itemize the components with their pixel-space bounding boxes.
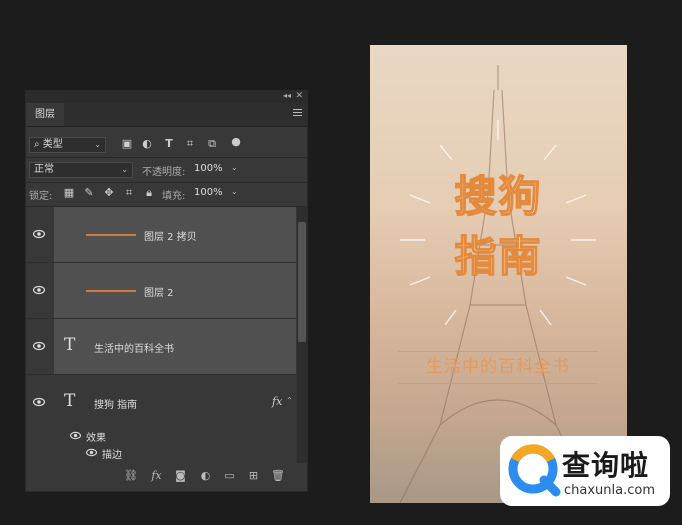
effects-label: 效果	[86, 433, 106, 444]
new-layer-icon[interactable]: ⊞	[247, 469, 260, 482]
scrollbar-thumb[interactable]	[298, 222, 306, 342]
link-layers-icon[interactable]: ⛓	[124, 469, 138, 482]
visibility-eye-icon[interactable]	[33, 397, 45, 407]
fill-chevron-icon[interactable]: ⌄	[231, 187, 238, 196]
text-layer-icon: T	[64, 391, 76, 411]
lock-row: 锁定: ▦ ✎ ✥ ⌗ 🔒︎ 填充: 100% ⌄	[26, 183, 307, 205]
opacity-chevron-icon[interactable]: ⌄	[231, 163, 238, 172]
tab-bar: 图层	[26, 103, 307, 127]
watermark-logo: 查询啦 chaxunla.com	[500, 436, 670, 506]
visibility-eye-icon[interactable]	[33, 341, 45, 351]
canvas-title-line2: 指南	[454, 231, 543, 282]
layers-list: 图层 2 拷贝 图层 2 T 生活中的百科全书 T 搜狗 指南 fx ⌃ 效果 …	[26, 207, 296, 463]
pixel-filter-icon[interactable]: ▣	[121, 138, 133, 150]
add-style-icon[interactable]: fx	[150, 469, 163, 482]
lock-brush-icon[interactable]: ✎	[83, 187, 95, 199]
panel-bottom-toolbar: ⛓ fx ◙ ◐ ▭ ⊞ 🗑︎	[26, 461, 307, 491]
fill-input[interactable]: 100%	[194, 187, 223, 198]
visibility-eye-icon[interactable]	[33, 229, 45, 239]
close-panel-button[interactable]: ✕	[295, 91, 303, 101]
filter-toggle-icon[interactable]: ●	[230, 136, 242, 148]
search-logo-icon	[508, 444, 561, 497]
filter-kind-select[interactable]: ⌕ 类型 ⌄	[29, 137, 106, 153]
layers-scrollbar[interactable]	[297, 207, 307, 463]
layer-thumbnail	[86, 290, 136, 292]
layer-row[interactable]: 图层 2	[26, 263, 296, 319]
chevron-up-icon[interactable]: ⌃	[286, 396, 293, 405]
opacity-label: 不透明度:	[142, 167, 186, 178]
shape-filter-icon[interactable]: ⌗	[184, 138, 196, 150]
blend-row: 正常 ⌄ 不透明度: 100% ⌄	[26, 159, 307, 181]
collapse-panel-button[interactable]: ◂◂	[283, 91, 291, 100]
blend-mode-value: 正常	[34, 164, 54, 175]
chevron-down-icon: ⌄	[94, 140, 101, 149]
lock-all-icon[interactable]: 🔒︎	[143, 187, 155, 199]
watermark-chinese: 查询啦	[562, 449, 650, 482]
panel-title-bar: ◂◂ ✕	[26, 91, 307, 103]
layer-row[interactable]: T 生活中的百科全书	[26, 319, 296, 375]
lock-move-icon[interactable]: ✥	[103, 187, 115, 199]
canvas-title-line1: 搜狗	[454, 171, 543, 222]
layer-row[interactable]: T 搜狗 指南 fx ⌃ 效果 描边	[26, 375, 296, 463]
visibility-eye-icon[interactable]	[33, 285, 45, 295]
lock-transparent-icon[interactable]: ▦	[63, 187, 75, 199]
text-layer-icon: T	[64, 335, 76, 355]
adjustment-filter-icon[interactable]: ◐	[141, 138, 153, 150]
bottom-rule-line	[398, 383, 598, 384]
layer-effects-icon[interactable]: fx	[272, 395, 282, 408]
stroke-effect-label: 描边	[102, 450, 122, 461]
watermark-url: chaxunla.com	[564, 483, 655, 498]
effects-eye-icon[interactable]	[70, 431, 81, 440]
add-mask-icon[interactable]: ◙	[174, 469, 187, 482]
opacity-input[interactable]: 100%	[194, 163, 223, 174]
lock-artboard-icon[interactable]: ⌗	[123, 187, 135, 199]
layer-name: 图层 2	[144, 288, 174, 299]
canvas-subtitle: 生活中的百科全书	[426, 357, 570, 377]
adjustment-layer-icon[interactable]: ◐	[199, 469, 212, 482]
delete-layer-icon[interactable]: 🗑︎	[271, 469, 285, 482]
filter-row: ⌕ 类型 ⌄ ▣ ◐ T ⌗ ⧉ ●	[26, 134, 307, 156]
type-filter-icon[interactable]: T	[163, 138, 175, 150]
layers-panel: ◂◂ ✕ 图层 ⌕ 类型 ⌄ ▣ ◐ T ⌗ ⧉ ● 正常 ⌄ 不透明度: 10…	[25, 90, 308, 492]
blend-mode-select[interactable]: 正常 ⌄	[29, 162, 133, 178]
search-icon: ⌕	[34, 139, 40, 150]
document-canvas: 搜狗 指南 生活中的百科全书	[370, 45, 627, 503]
new-group-icon[interactable]: ▭	[223, 469, 236, 482]
tab-layers[interactable]: 图层	[26, 103, 64, 126]
smart-object-filter-icon[interactable]: ⧉	[206, 138, 218, 150]
layer-row[interactable]: 图层 2 拷贝	[26, 207, 296, 263]
layer-name: 图层 2 拷贝	[144, 232, 197, 243]
panel-menu-icon[interactable]	[293, 107, 302, 118]
filter-kind-label: 类型	[42, 139, 63, 150]
layer-thumbnail	[86, 234, 136, 236]
layer-name: 生活中的百科全书	[94, 344, 174, 355]
stroke-effect-eye-icon[interactable]	[86, 448, 97, 457]
fill-label: 填充:	[162, 191, 186, 202]
layer-name: 搜狗 指南	[94, 400, 138, 411]
chevron-down-icon: ⌄	[121, 165, 128, 174]
lock-label: 锁定:	[29, 191, 53, 202]
